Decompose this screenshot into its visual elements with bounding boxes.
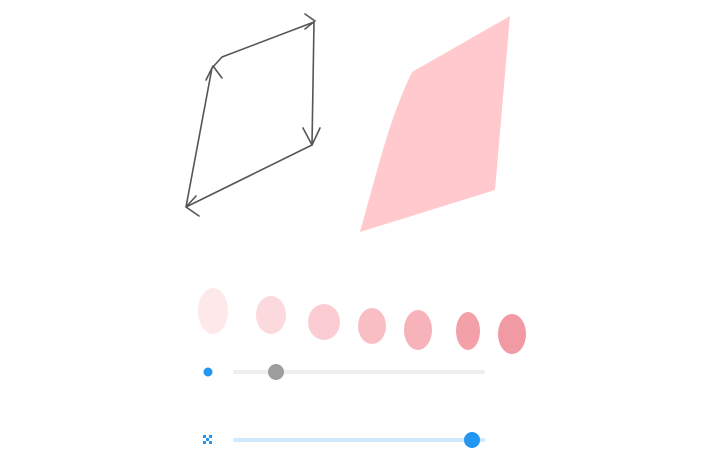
opacity-swatch-row	[190, 280, 540, 360]
opacity-swatch[interactable]	[358, 308, 386, 344]
filled-pink-shape	[360, 16, 510, 232]
opacity-swatch[interactable]	[198, 288, 228, 334]
arrow-outline-drawing	[185, 13, 321, 217]
outline-stroke	[185, 21, 315, 208]
opacity-swatch[interactable]	[256, 296, 286, 334]
transparency-icon	[201, 433, 215, 447]
arrowhead-left	[205, 65, 223, 81]
opacity-swatch[interactable]	[308, 304, 340, 340]
drawing-canvas[interactable]	[0, 0, 720, 452]
opacity-slider-thumb[interactable]	[464, 432, 481, 448]
opacity-slider[interactable]	[195, 428, 495, 452]
size-slider-thumb[interactable]	[267, 364, 284, 380]
dot-icon	[201, 365, 215, 379]
opacity-swatch[interactable]	[404, 310, 432, 350]
opacity-swatch[interactable]	[498, 314, 526, 354]
size-slider[interactable]	[195, 360, 495, 384]
opacity-swatch[interactable]	[456, 312, 480, 350]
size-slider-track[interactable]	[233, 364, 485, 380]
opacity-slider-track[interactable]	[233, 432, 485, 448]
